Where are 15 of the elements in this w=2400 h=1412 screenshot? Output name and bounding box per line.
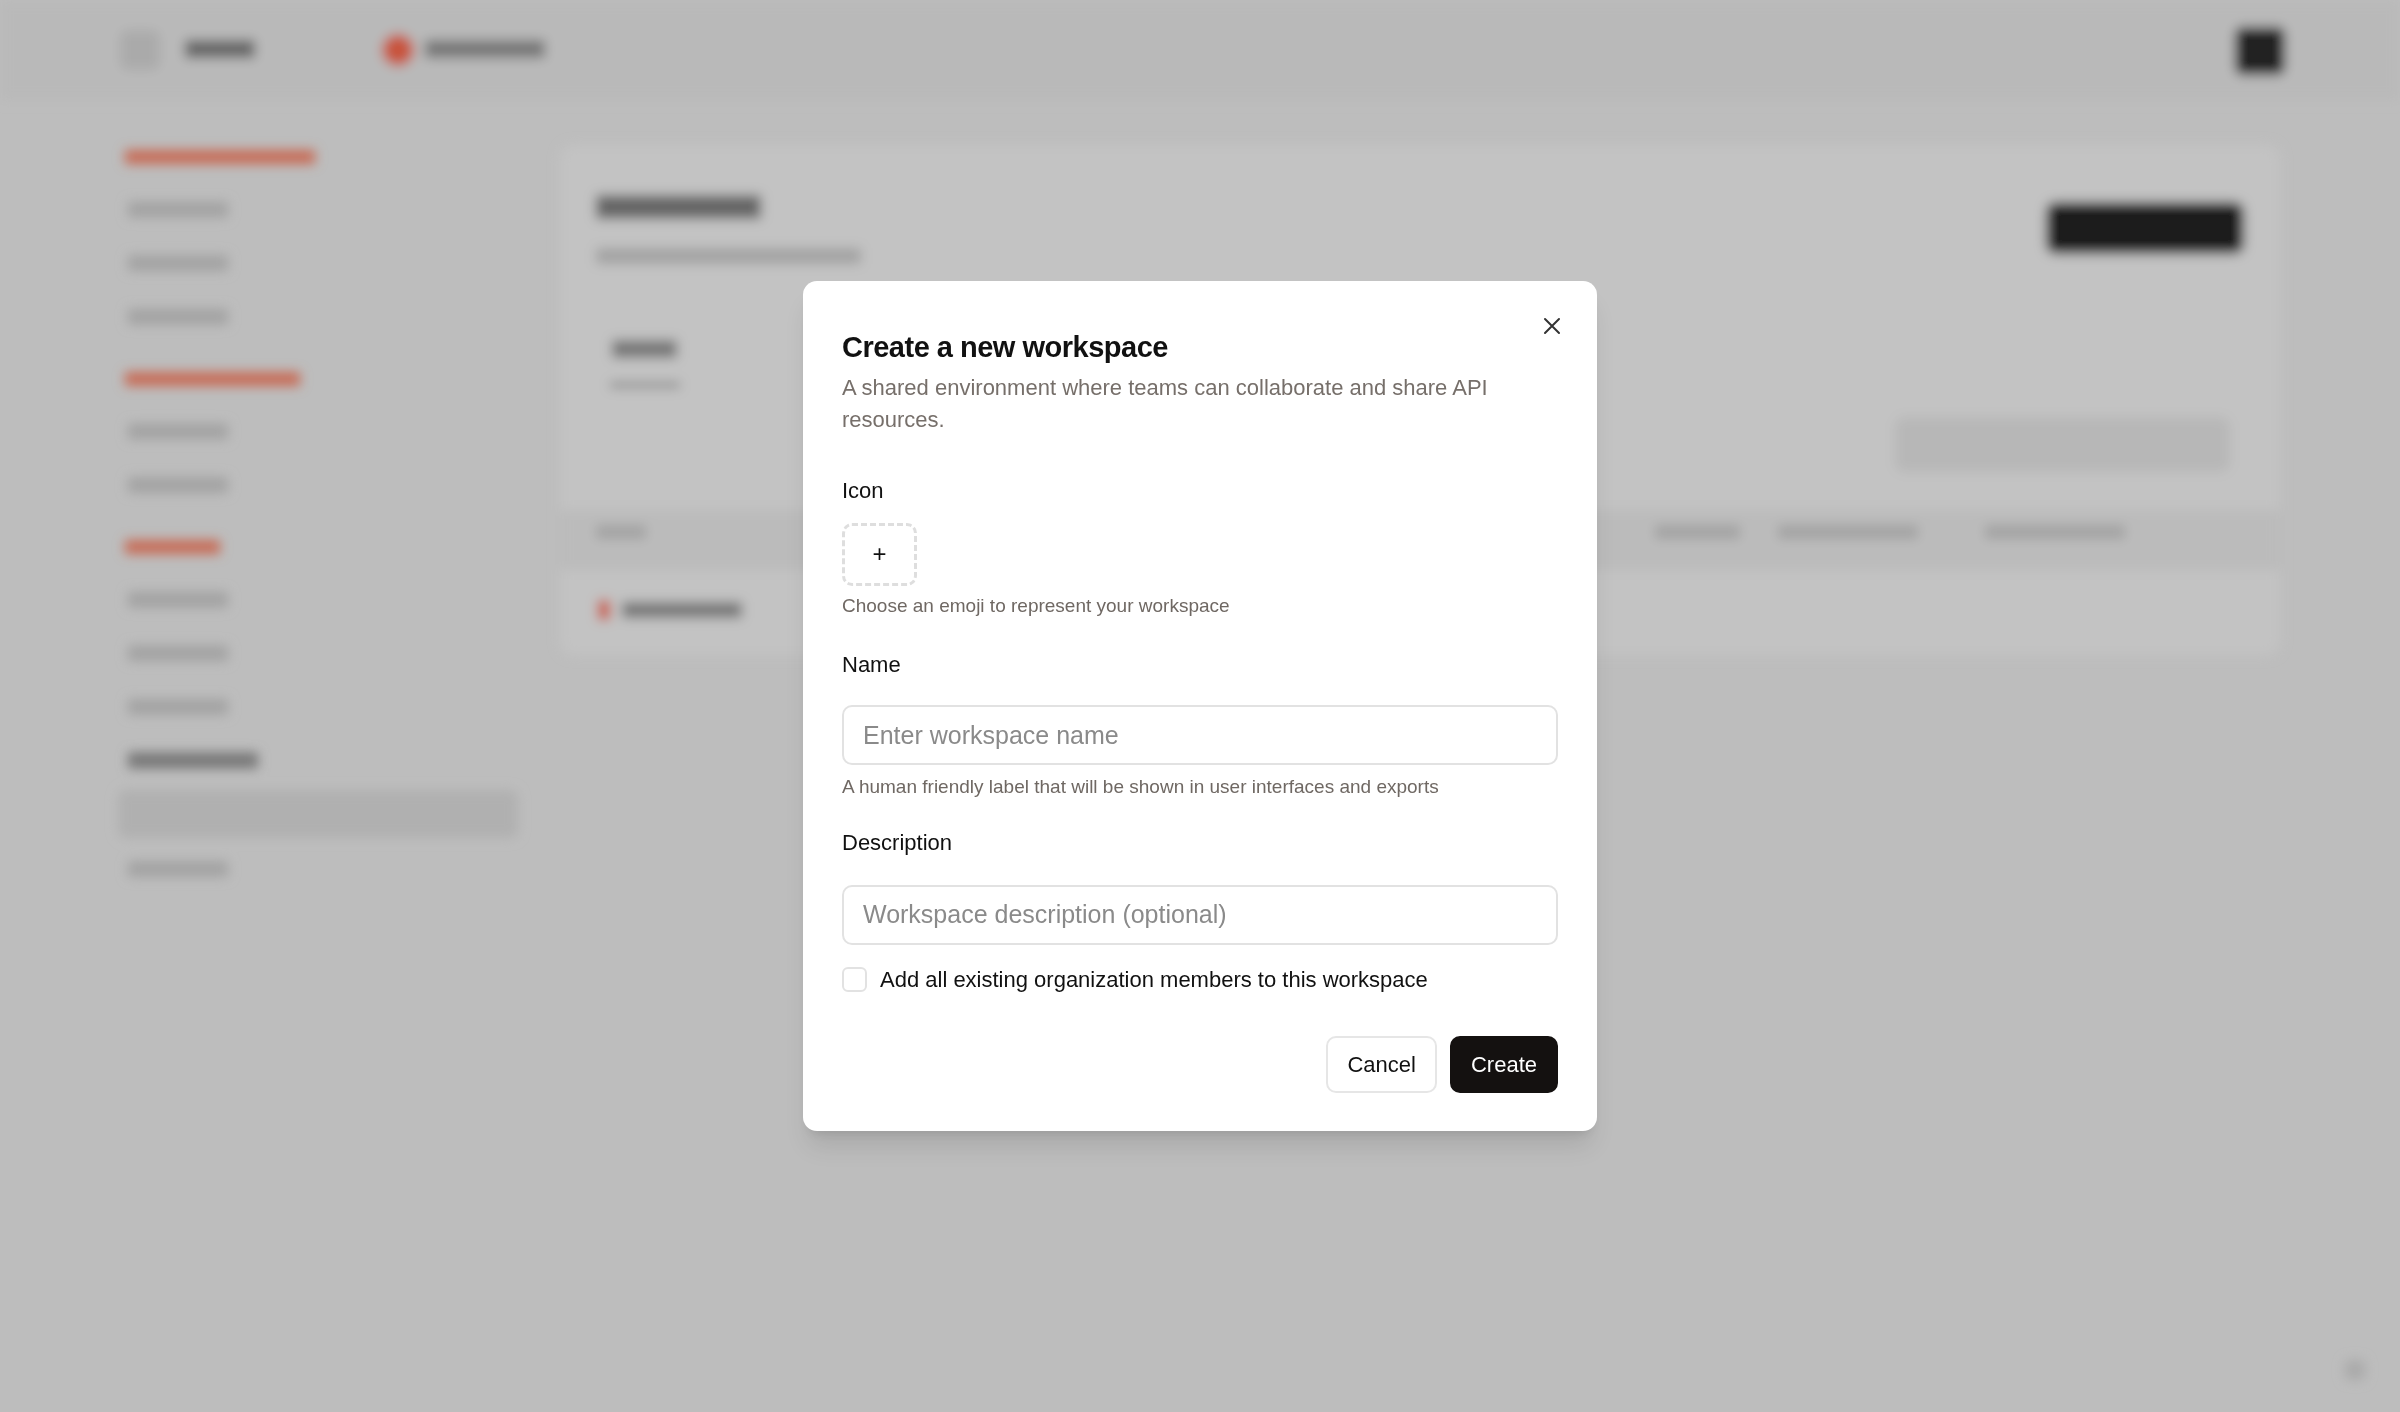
field-label: Description (842, 828, 954, 857)
dialog-title: Create a new workspace (842, 330, 1168, 366)
field-hint: Choose an emoji to represent your workspace (842, 593, 1231, 618)
dialog-description: A shared environment where teams can collaborate and share API resources. (842, 373, 1489, 434)
checkbox-label: Add all existing organization members to this workspace (880, 965, 1428, 994)
field-label: Icon (842, 476, 885, 505)
close-icon (1542, 316, 1562, 337)
cancel-button[interactable]: Cancel (1326, 1035, 1437, 1093)
checkbox[interactable] (842, 966, 867, 992)
create-button[interactable]: Create (1449, 1035, 1558, 1093)
name-input-field[interactable]: Enter workspace name (842, 705, 1558, 766)
field-label: Name (842, 651, 902, 680)
emoji-picker-button[interactable]: + (842, 522, 917, 586)
description-input-field[interactable]: Workspace description (optional) (842, 884, 1558, 945)
field-hint: A human friendly label that will be shown in user interfaces and exports (842, 775, 1440, 800)
